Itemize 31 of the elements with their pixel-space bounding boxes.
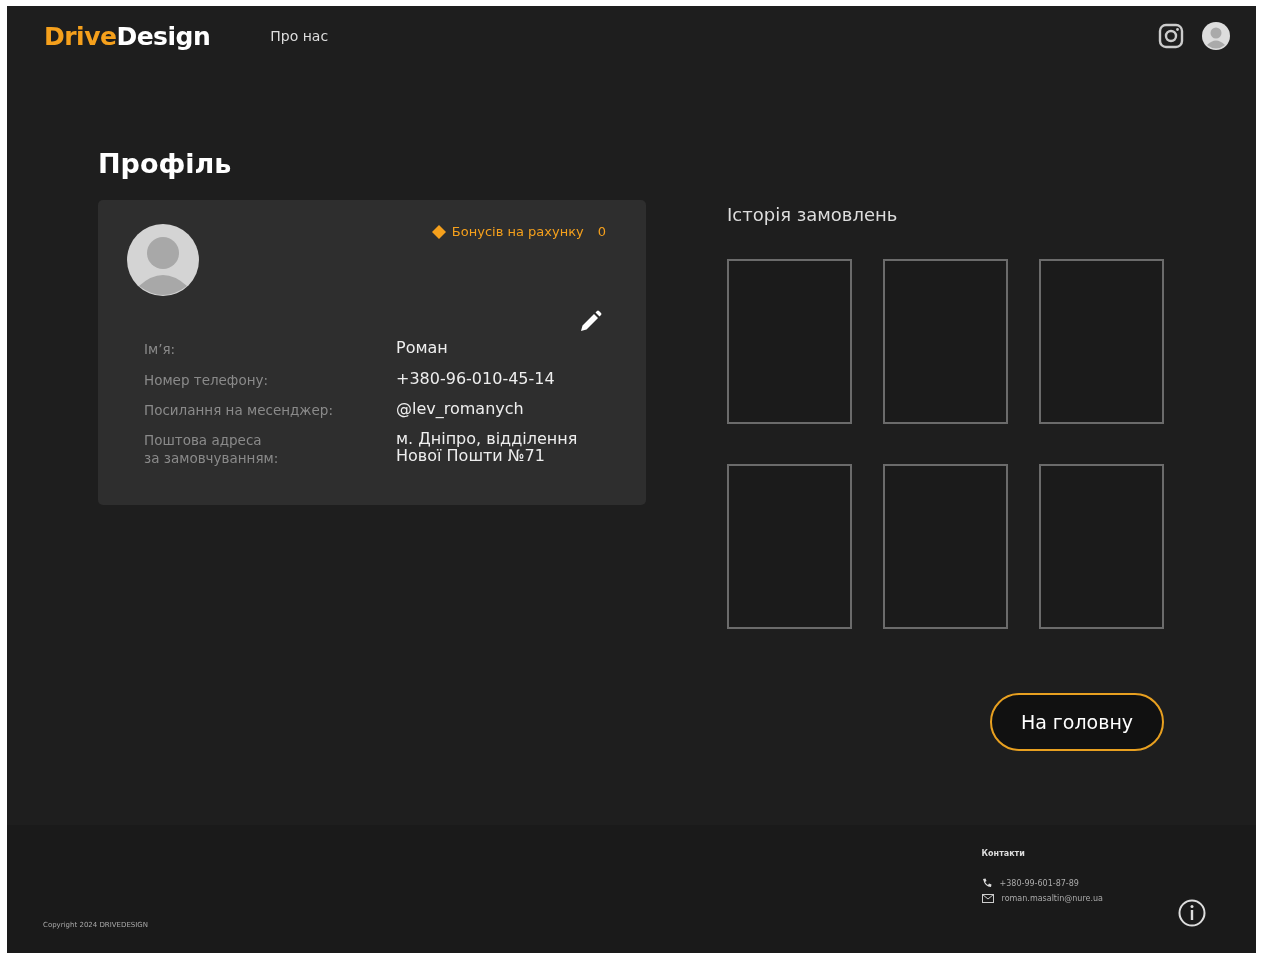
nav-link[interactable]: Про нас bbox=[270, 24, 329, 48]
bonus-value: 0 bbox=[597, 224, 606, 240]
field-label: Ім’я: bbox=[144, 340, 177, 359]
logo[interactable]: DriveDesign bbox=[44, 21, 211, 51]
info-icon[interactable] bbox=[1178, 899, 1206, 927]
field-value: +380-96-010-45-14 bbox=[396, 370, 556, 389]
order-slot[interactable] bbox=[727, 464, 852, 629]
home-button[interactable]: На головну bbox=[990, 693, 1164, 751]
contacts-title: Контакти bbox=[981, 849, 1026, 858]
avatar-icon[interactable] bbox=[1202, 22, 1230, 50]
mail-icon bbox=[981, 894, 994, 903]
order-slot[interactable] bbox=[1039, 259, 1164, 424]
field-value: @lev_romanych bbox=[396, 400, 525, 420]
avatar-icon bbox=[127, 224, 199, 297]
diamond-icon bbox=[431, 224, 446, 239]
page-title: Профіль bbox=[98, 148, 233, 181]
field-value: м. Дніпро, відділення Нової Пошти №71 bbox=[396, 431, 579, 467]
field-value: Роман bbox=[396, 340, 449, 359]
order-slot[interactable] bbox=[1039, 464, 1164, 629]
contact-email[interactable]: roman.masaltin@nure.ua bbox=[1001, 894, 1103, 903]
order-slot[interactable] bbox=[883, 259, 1008, 424]
field-label: Номер телефону: bbox=[144, 370, 270, 389]
bonus-label: Бонусів на рахунку bbox=[451, 224, 584, 240]
field-label: Посилання на месенджер: bbox=[144, 400, 334, 420]
order-slot[interactable] bbox=[727, 259, 852, 424]
field-label: Поштова адреса за замовчуванням: bbox=[144, 431, 280, 468]
phone-icon bbox=[981, 878, 992, 888]
contact-phone: +380-99-601-87-89 bbox=[999, 878, 1079, 888]
section-title: Історія замовлень bbox=[727, 204, 899, 225]
order-slot[interactable] bbox=[883, 464, 1008, 629]
instagram-icon[interactable] bbox=[1158, 23, 1184, 49]
